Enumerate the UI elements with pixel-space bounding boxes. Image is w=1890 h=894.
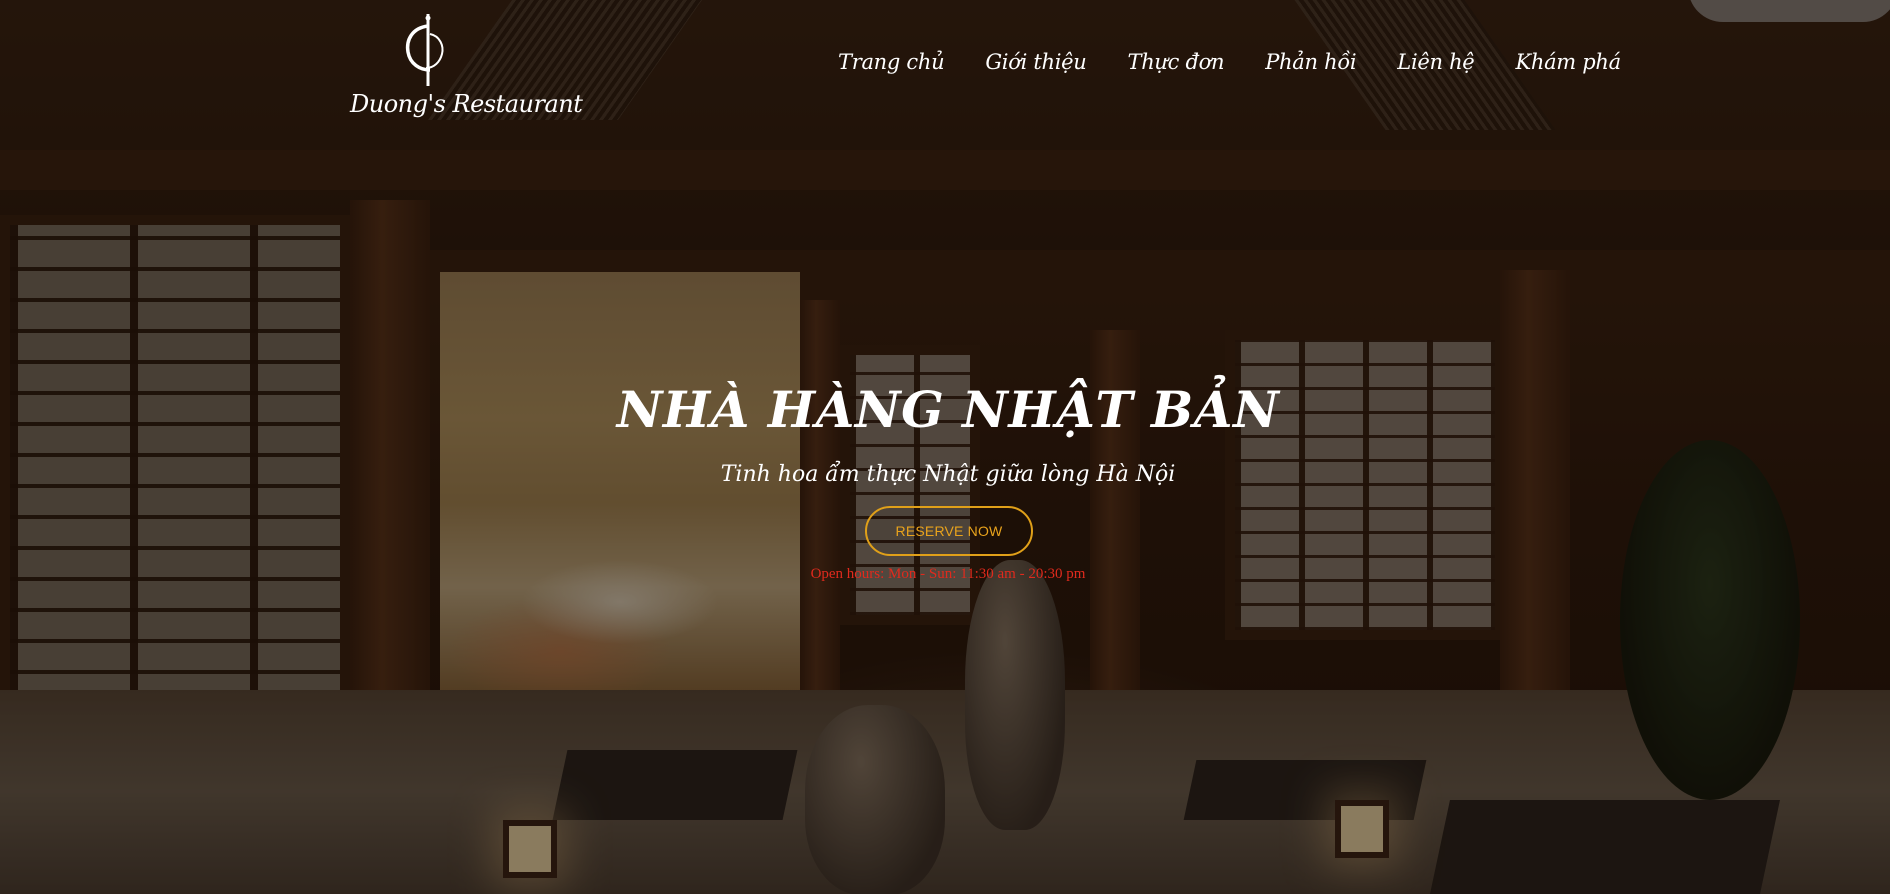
nav-item-feedback[interactable]: Phản hồi: [1265, 50, 1356, 74]
nav-item-about[interactable]: Giới thiệu: [985, 50, 1086, 74]
opening-hours: Open hours: Mon - Sun: 11:30 am - 20:30 …: [810, 566, 1086, 582]
dark-overlay: [0, 0, 1890, 894]
restaurant-monogram-icon: [405, 14, 444, 86]
nav-item-explore[interactable]: Khám phá: [1515, 50, 1621, 74]
logo[interactable]: Duong's Restaurant: [350, 12, 583, 122]
corner-shape: [1688, 0, 1890, 22]
main-nav: Trang chủ Giới thiệu Thực đơn Phản hồi L…: [838, 50, 1621, 74]
nav-item-menu[interactable]: Thực đơn: [1128, 50, 1225, 74]
logo-text: Duong's Restaurant: [350, 90, 583, 118]
hero-subtitle: Tinh hoa ẩm thực Nhật giữa lòng Hà Nội: [720, 462, 1176, 487]
hero-title: NHÀ HÀNG NHẬT BẢN: [616, 380, 1280, 439]
nav-item-contact[interactable]: Liên hệ: [1397, 50, 1474, 74]
reserve-now-button[interactable]: RESERVE NOW: [865, 506, 1033, 556]
nav-item-home[interactable]: Trang chủ: [838, 50, 945, 74]
